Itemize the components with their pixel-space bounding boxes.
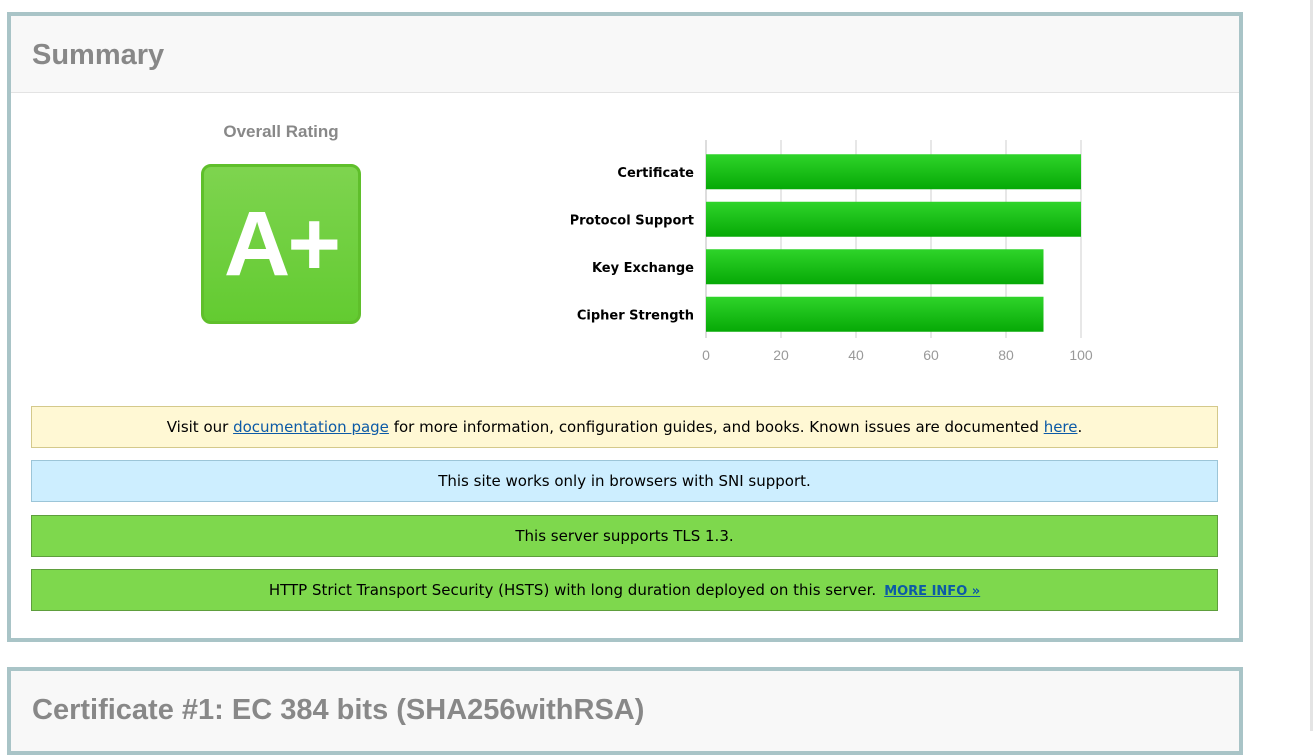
doc-banner-middle: for more information, configuration guid… (388, 418, 1044, 436)
bar-protocol-support (706, 201, 1081, 237)
doc-banner-prefix: Visit our (166, 418, 234, 436)
rating-bar-chart: 0 20 40 60 80 100 Certificate Protocol Support K… (571, 140, 1093, 363)
hsts-banner-text: HTTP Strict Transport Security (HSTS) wi… (268, 581, 877, 599)
category-label: Key Exchange (592, 261, 694, 276)
x-tick-label: 60 (923, 347, 939, 363)
certificate-panel: Certificate #1: EC 384 bits (SHA256withR… (7, 667, 1243, 755)
tls-banner: This server supports TLS 1.3. (31, 515, 1218, 557)
category-label: Protocol Support (571, 213, 694, 228)
summary-header: Summary (11, 16, 1239, 93)
sni-banner-text: This site works only in browsers with SN… (438, 472, 811, 490)
overall-rating-label: Overall Rating (223, 122, 339, 141)
x-tick-label: 40 (848, 347, 864, 363)
bar-certificate (706, 154, 1081, 190)
sni-banner: This site works only in browsers with SN… (31, 460, 1218, 502)
known-issues-link[interactable]: here (1044, 418, 1078, 436)
grade-badge: A+ (201, 164, 361, 324)
certificate-header: Certificate #1: EC 384 bits (SHA256withR… (11, 671, 1239, 751)
hsts-banner: HTTP Strict Transport Security (HSTS) wi… (31, 569, 1218, 611)
bar-cipher-strength (706, 296, 1044, 332)
documentation-page-link[interactable]: documentation page (233, 418, 389, 436)
category-label: Cipher Strength (577, 308, 694, 323)
tls-banner-text: This server supports TLS 1.3. (515, 527, 734, 545)
summary-title: Summary (32, 39, 165, 71)
category-label: Certificate (617, 166, 694, 181)
hsts-more-info-link[interactable]: MORE INFO » (884, 584, 980, 599)
x-tick-label: 0 (702, 347, 710, 363)
x-tick-label: 20 (773, 347, 789, 363)
x-tick-label: 80 (998, 347, 1014, 363)
documentation-banner: Visit our documentation page for more in… (31, 406, 1218, 448)
bar-key-exchange (706, 249, 1044, 285)
doc-banner-suffix: . (1077, 418, 1083, 436)
summary-panel: Summary Overall Rating A+ 0 20 40 60 80 100 Ce… (7, 12, 1243, 642)
x-tick-label: 100 (1069, 347, 1093, 363)
certificate-title: Certificate #1: EC 384 bits (SHA256withR… (32, 694, 645, 726)
